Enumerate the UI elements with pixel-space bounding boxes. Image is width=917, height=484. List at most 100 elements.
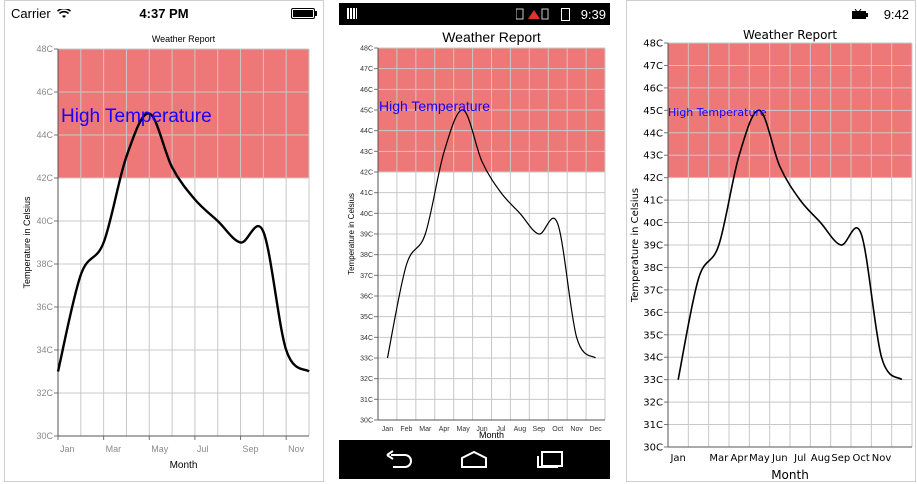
winphone-screen: 9:42 Weather Report 30C 31C 32C 33C 34C 35C 36C… [626, 0, 916, 482]
x-tick-label: Feb [400, 426, 412, 433]
y-tick-label: 40C [360, 211, 373, 218]
y-tick-label: 34C [360, 335, 373, 342]
y-tick-label: 41C [360, 190, 373, 197]
status-time: 9:42 [883, 7, 909, 22]
y-tick-label: 43C [643, 151, 663, 162]
x-axis-label: Month [771, 468, 809, 481]
y-tick-label: 47C [360, 66, 373, 73]
y-tick-label: 32C [360, 376, 373, 383]
x-tick-label: Jul [793, 453, 806, 464]
notification-icon [347, 8, 357, 19]
weather-chart-ios: Weather Report 30C 32C 34C 36C 38C 40C 42C 44C 46… [22, 34, 310, 471]
x-tick-label: Jan [382, 426, 393, 433]
x-tick-label: Jan [669, 453, 685, 464]
x-axis-label: Month [479, 430, 504, 440]
y-tick-label: 44C [643, 128, 663, 139]
battery-icon [291, 8, 317, 19]
x-tick-label: Mar [419, 426, 432, 433]
y-tick-label: 35C [360, 314, 373, 321]
y-axis-label: Temperature in Celsius [22, 196, 32, 289]
x-axis-label: Month [170, 460, 198, 471]
x-tick-label: Sep [533, 426, 546, 433]
ios-screen: Carrier 4:37 PM Weather Report 30C 32C 34C 3… [4, 0, 324, 482]
y-tick-label: 42C [360, 169, 373, 176]
high-temperature-label: High Temperature [668, 106, 767, 119]
chart-title: Weather Report [743, 28, 837, 42]
x-tick-label: Apr [731, 453, 749, 464]
y-tick-label: 46C [36, 87, 53, 97]
x-tick-label: Jun [771, 453, 788, 464]
chart-title: Weather Report [152, 34, 216, 44]
x-tick-label: Sep [831, 453, 850, 464]
android-nav-bar [339, 440, 610, 479]
y-tick-label: 38C [360, 252, 373, 259]
y-tick-label: 31C [360, 397, 373, 404]
winphone-status-bar: 9:42 [627, 1, 915, 27]
x-tick-label: Mar [106, 444, 122, 454]
y-tick-label: 32C [643, 398, 663, 409]
android-screen: 9:39 Weather Report 30C 31C 32C 33C 34C 35C 36C… [339, 3, 610, 479]
back-icon[interactable] [385, 450, 413, 473]
x-tick-label: Nov [570, 426, 583, 433]
x-tick-label: Jul [197, 444, 209, 454]
y-tick-label: 46C [360, 87, 373, 94]
signal-icon [515, 8, 550, 23]
y-tick-label: 45C [360, 107, 373, 114]
status-time: 9:39 [580, 7, 606, 22]
high-temperature-label: High Temperature [379, 98, 490, 114]
x-tick-label: May [749, 453, 770, 464]
y-tick-label: 34C [643, 353, 663, 364]
recent-apps-icon[interactable] [536, 450, 564, 473]
android-app-screen: Weather Report 30C 31C 32C 33C 34C 35C 36C 37C 38… [339, 25, 610, 440]
y-axis-label: Temperature in Celsius [347, 193, 356, 275]
x-tick-label: Oct [552, 426, 563, 433]
x-tick-label: Mar [709, 453, 729, 464]
high-temperature-label: High Temperature [61, 106, 212, 127]
y-tick-label: 30C [36, 431, 53, 441]
x-tick-label: Apr [439, 426, 451, 433]
x-tick-label: Jan [60, 444, 75, 454]
x-tick-label: Aug [811, 453, 831, 464]
weather-chart-winphone: Weather Report 30C 31C 32C 33C 34C 35C 36C 37C 38… [630, 28, 913, 481]
y-tick-label: 34C [36, 345, 53, 355]
y-tick-label: 36C [360, 293, 373, 300]
y-tick-label: 36C [643, 308, 663, 319]
y-tick-label: 38C [643, 263, 663, 274]
x-tick-label: May [457, 426, 471, 433]
y-tick-label: 33C [360, 355, 373, 362]
x-tick-label: Nov [872, 453, 892, 464]
ios-status-bar: Carrier 4:37 PM [5, 1, 323, 23]
y-tick-label: 45C [643, 106, 663, 117]
y-tick-label: 48C [36, 44, 53, 54]
y-tick-label: 48C [643, 39, 663, 50]
y-tick-label: 47C [643, 61, 663, 72]
y-axis-label: Temperature in Celsius [630, 188, 641, 303]
android-status-bar: 9:39 [339, 3, 610, 25]
y-tick-label: 42C [36, 173, 53, 183]
y-tick-label: 44C [360, 128, 373, 135]
status-time: 4:37 PM [139, 6, 189, 21]
x-tick-label: Sep [243, 444, 259, 454]
y-tick-label: 40C [36, 216, 53, 226]
x-tick-label: May [151, 444, 169, 454]
y-tick-label: 35C [643, 330, 663, 341]
y-tick-label: 44C [36, 130, 53, 140]
y-tick-label: 37C [360, 273, 373, 280]
y-tick-label: 43C [360, 149, 373, 156]
y-tick-label: 39C [643, 241, 663, 252]
battery-icon [851, 8, 869, 24]
y-tick-label: 32C [36, 388, 53, 398]
y-tick-label: 40C [643, 218, 663, 229]
x-tick-label: Nov [288, 444, 305, 454]
y-tick-label: 42C [643, 173, 663, 184]
home-icon[interactable] [460, 450, 488, 473]
y-tick-label: 38C [36, 259, 53, 269]
y-tick-label: 31C [643, 420, 663, 431]
y-tick-label: 46C [643, 83, 663, 94]
chart-title: Weather Report [442, 29, 541, 45]
y-tick-label: 37C [643, 285, 663, 296]
x-tick-label: Dec [589, 426, 602, 433]
y-tick-label: 30C [643, 443, 663, 454]
x-tick-label: Oct [853, 453, 870, 464]
y-tick-label: 48C [360, 45, 373, 52]
